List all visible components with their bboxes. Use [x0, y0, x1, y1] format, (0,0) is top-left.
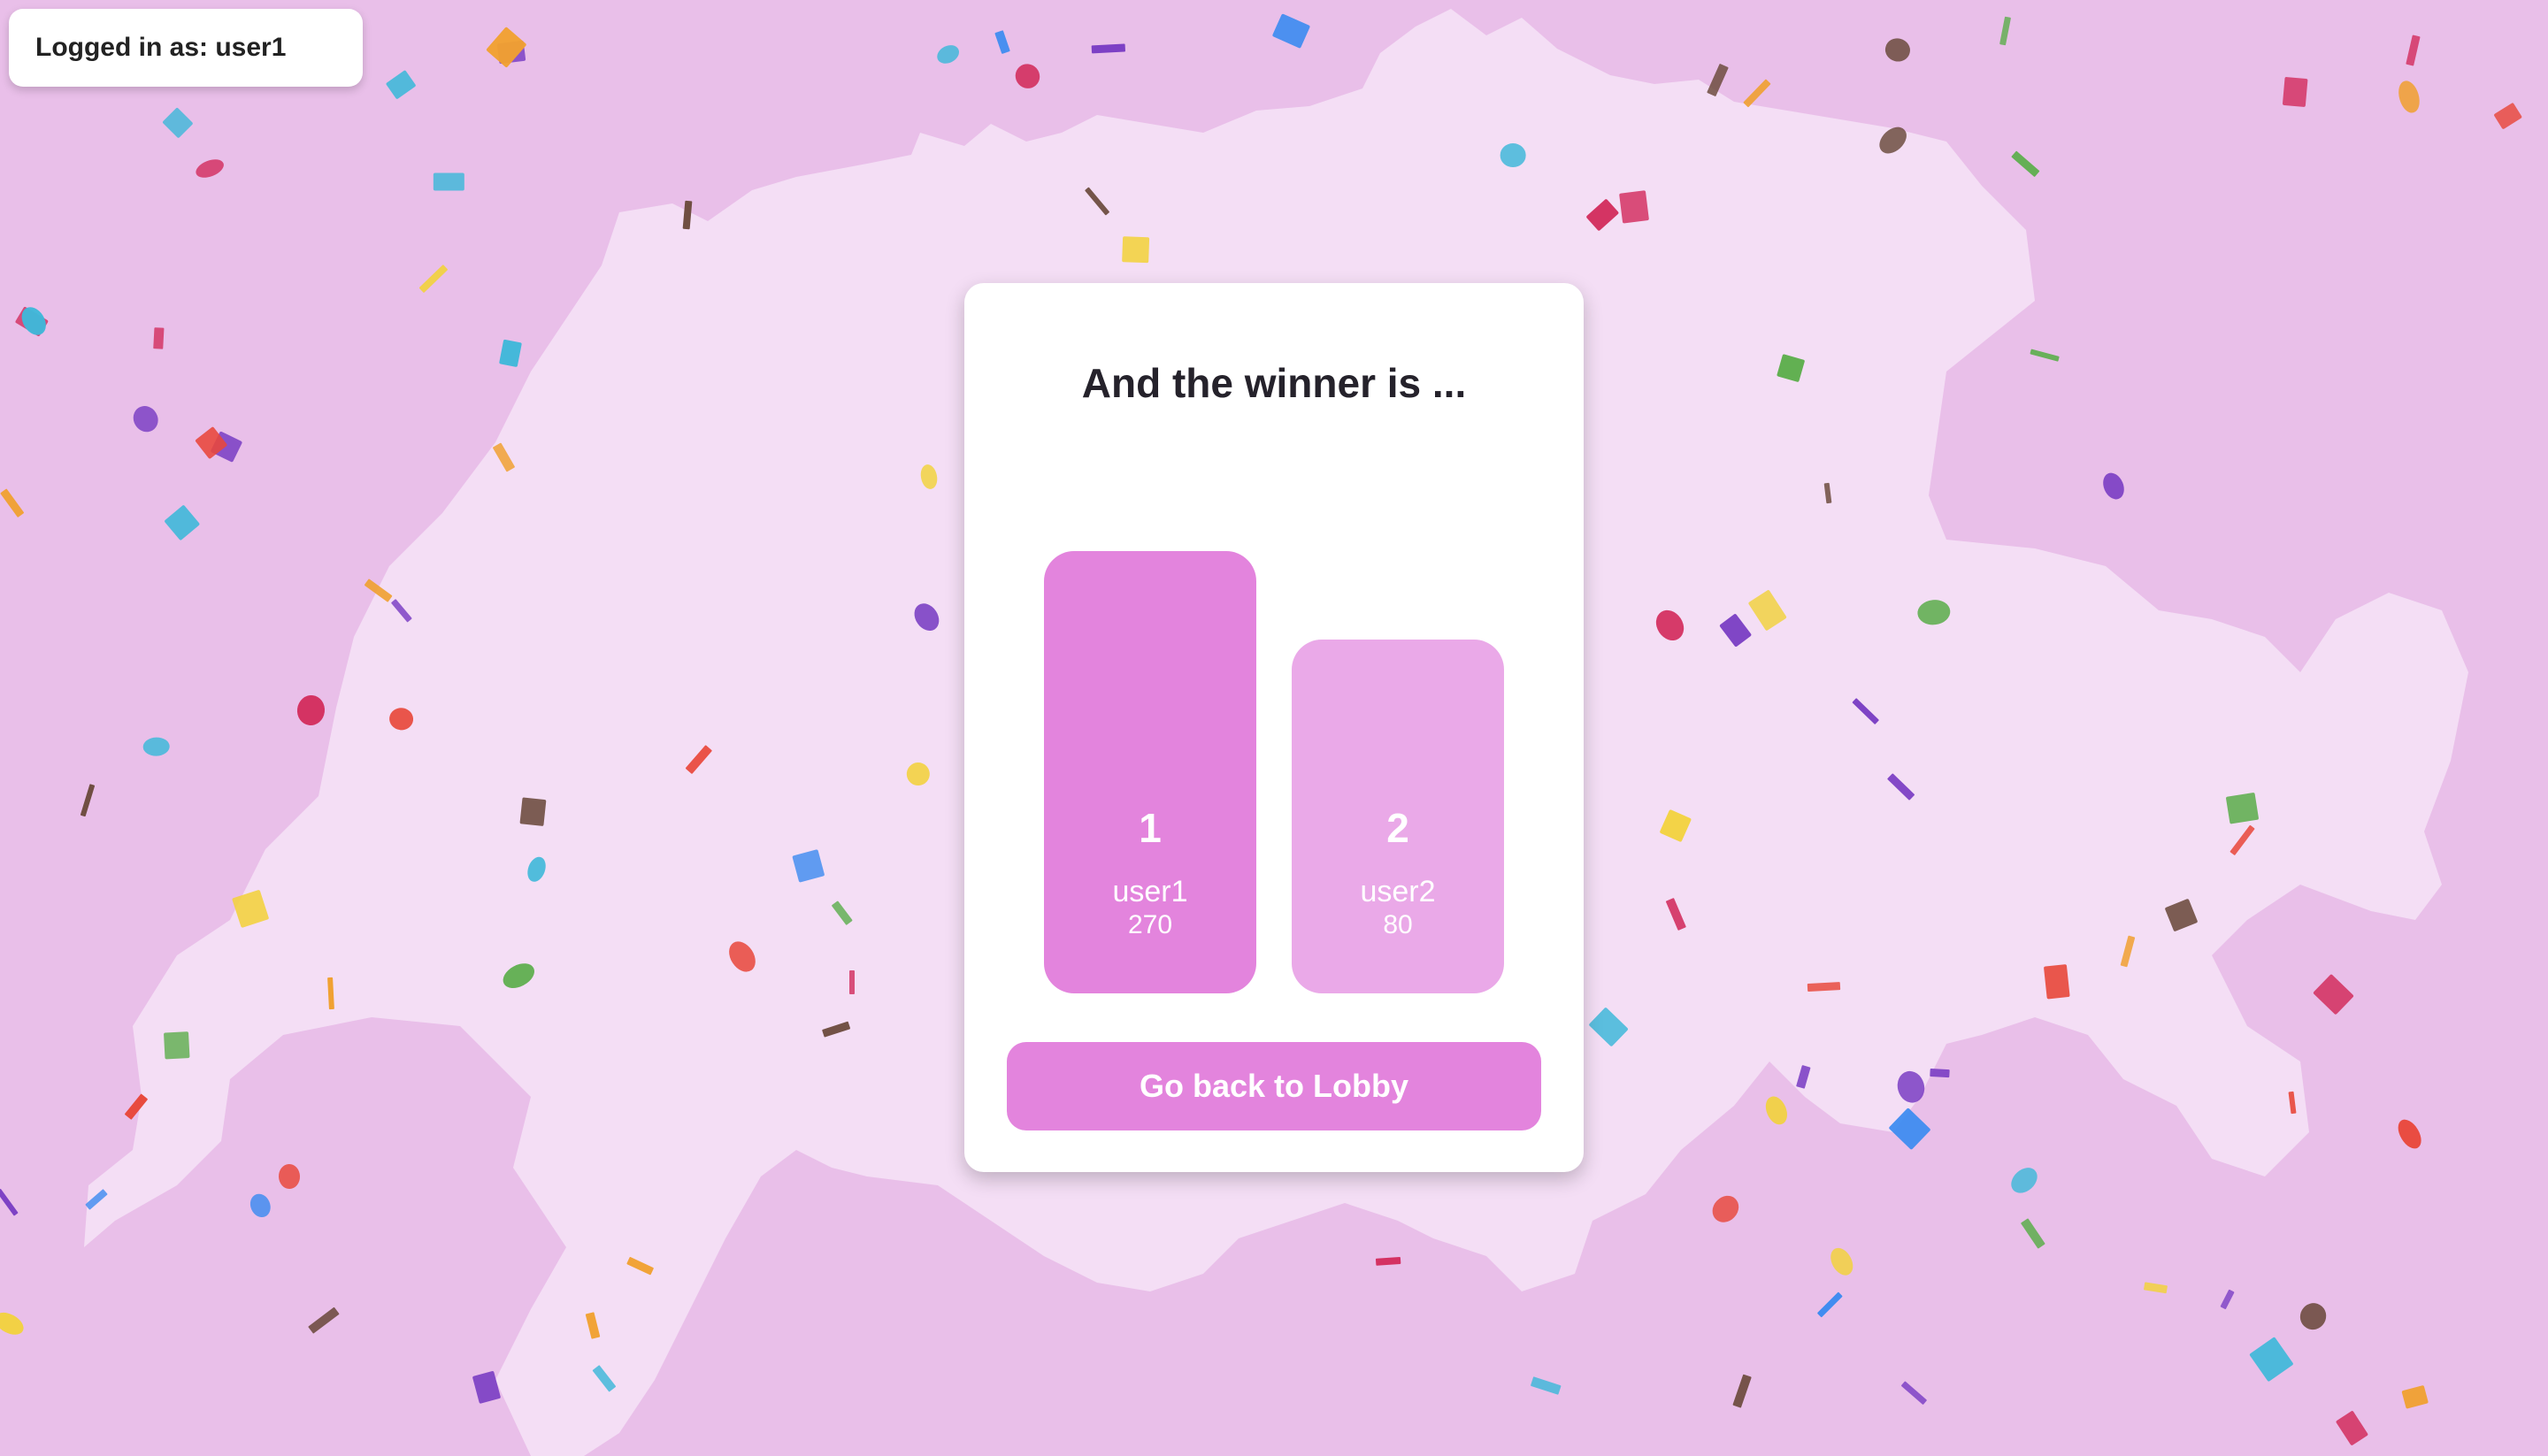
logged-in-user-label: Logged in as: user1	[35, 33, 287, 62]
podium-rank: 2	[1386, 805, 1409, 851]
podium-player-score: 80	[1383, 910, 1413, 939]
podium-player-name: user2	[1360, 875, 1436, 908]
podium-first-place: 1 user1 270	[1044, 551, 1256, 993]
podium-player-name: user1	[1112, 875, 1188, 908]
podium-rank: 1	[1139, 805, 1162, 851]
go-back-to-lobby-button[interactable]: Go back to Lobby	[1007, 1042, 1541, 1130]
winner-card: And the winner is ... 1 user1 270 2 user…	[964, 283, 1584, 1172]
podium-player-score: 270	[1127, 910, 1173, 939]
logged-in-user-badge: Logged in as: user1	[9, 9, 363, 87]
podium-second-place: 2 user2 80	[1292, 640, 1504, 993]
winner-title: And the winner is ...	[1081, 360, 1467, 406]
